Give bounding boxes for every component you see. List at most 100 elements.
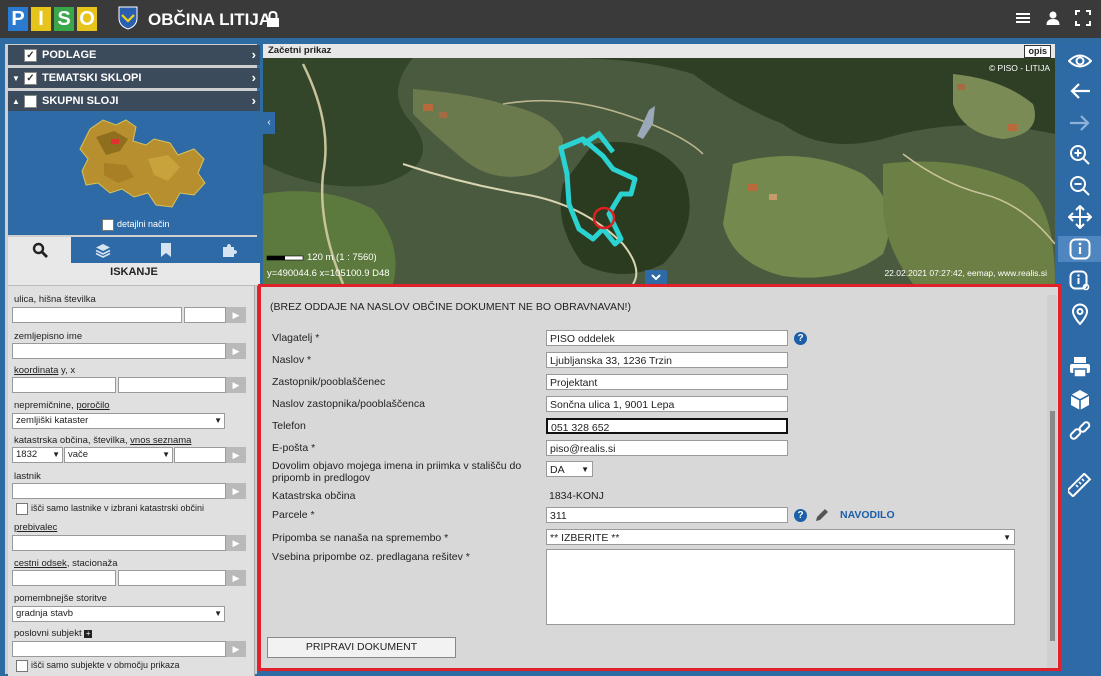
collapse-panel-button[interactable]: ‹ [263, 112, 275, 134]
resident-link[interactable]: prebivalec [14, 522, 57, 533]
house-number-input[interactable] [184, 307, 226, 323]
address-input[interactable]: Ljubljanska 33, 1236 Trzin [546, 352, 788, 368]
report-link[interactable]: poročilo [76, 400, 109, 411]
coord-y-input[interactable] [12, 377, 116, 393]
tab-layers[interactable] [71, 237, 134, 263]
info-query-button[interactable] [1058, 268, 1101, 294]
search-panel: ulica, hišna številka ▶ zemljepisno ime … [8, 286, 255, 676]
road-search-button[interactable]: ▶ [226, 570, 246, 586]
help-icon[interactable]: ? [794, 509, 807, 522]
cadastral-municipality-label: Katastrska občina [272, 490, 356, 502]
chevron-down-icon: ▼ [52, 450, 60, 459]
road-link[interactable]: cestni odsek [14, 558, 67, 569]
tab-search[interactable] [8, 237, 71, 263]
pan-button[interactable] [1058, 204, 1101, 230]
pencil-icon[interactable] [814, 507, 830, 523]
cadastral-name-select[interactable]: vače ▼ [64, 447, 173, 463]
services-select[interactable]: gradnja stavb ▼ [12, 606, 225, 622]
location-button[interactable] [1058, 301, 1101, 327]
chainage-input[interactable] [118, 570, 226, 586]
place-input[interactable] [12, 343, 226, 359]
back-button[interactable] [1058, 78, 1101, 104]
street-input[interactable] [12, 307, 182, 323]
list-entry-link[interactable]: vnos seznama [130, 435, 191, 446]
zoom-out-button[interactable] [1058, 173, 1101, 199]
street-search-button[interactable]: ▶ [226, 307, 246, 323]
services-label: pomembnejše storitve [14, 593, 107, 604]
prepare-document-button[interactable]: PRIPRAVI DOKUMENT [267, 637, 456, 658]
menu-icon[interactable] [1015, 10, 1031, 26]
aerial-photo [263, 44, 1055, 284]
business-input[interactable] [12, 641, 226, 657]
checkbox-skupni-sloji[interactable] [24, 94, 37, 108]
owner-search-button[interactable]: ▶ [226, 483, 246, 499]
opis-button[interactable]: opis [1024, 45, 1051, 58]
user-icon[interactable] [1045, 10, 1061, 26]
3d-button[interactable] [1058, 387, 1101, 413]
puzzle-icon [222, 244, 237, 257]
business-search-button[interactable]: ▶ [226, 641, 246, 657]
coord-label: koordinata y, x [14, 365, 76, 376]
parcel-number-input[interactable] [174, 447, 226, 463]
zoom-out-icon [1069, 176, 1090, 196]
coord-x-input[interactable] [118, 377, 226, 393]
logo-letter: S [54, 7, 74, 31]
scroll-thumb[interactable] [1050, 411, 1055, 641]
email-input[interactable]: piso@realis.si [546, 440, 788, 456]
print-button[interactable] [1058, 354, 1101, 380]
move-icon [1067, 205, 1092, 229]
email-label: E-pošta * [272, 442, 316, 454]
map-view[interactable]: Začetni prikaz opis © PISO - LITIJA 120 m… [263, 44, 1055, 284]
help-icon[interactable]: ? [794, 332, 807, 345]
applicant-input[interactable]: PISO oddelek [546, 330, 788, 346]
road-section-input[interactable] [12, 570, 116, 586]
tab-bookmarks[interactable] [134, 237, 197, 263]
representative-address-input[interactable]: Sončna ulica 1, 9001 Lepa [546, 396, 788, 412]
resident-input[interactable] [12, 535, 226, 551]
coord-link[interactable]: koordinata [14, 365, 58, 376]
layer-group-tematski-sklopi[interactable]: ▼ ✓ TEMATSKI SKLOPI › [8, 68, 260, 88]
cadastral-code-select[interactable]: 1832 ▼ [12, 447, 63, 463]
overview-map[interactable]: detajlni način [8, 111, 258, 235]
tab-tools[interactable] [197, 237, 260, 263]
caret-down-icon[interactable]: ▼ [8, 74, 24, 83]
measure-button[interactable] [1058, 472, 1101, 498]
form-scrollbar[interactable] [1047, 295, 1057, 668]
owner-input[interactable] [12, 483, 226, 499]
map-toggle-button[interactable] [645, 270, 667, 284]
view-button[interactable] [1058, 48, 1101, 74]
address-label: Naslov * [272, 354, 312, 366]
business-filter-checkbox[interactable] [16, 660, 28, 672]
consent-select[interactable]: DA ▼ [546, 461, 593, 477]
layer-group-podlage[interactable]: ✓ PODLAGE › [8, 45, 260, 65]
checkbox-podlage[interactable]: ✓ [24, 48, 37, 62]
parcel-input[interactable]: 311 [546, 507, 788, 523]
content-textarea[interactable] [546, 549, 1015, 625]
cadastral-search-button[interactable]: ▶ [226, 447, 246, 463]
representative-input[interactable]: Projektant [546, 374, 788, 390]
location-pin-icon [1071, 303, 1088, 325]
resident-search-button[interactable]: ▶ [226, 535, 246, 551]
chevron-right-icon: › [251, 47, 256, 62]
realestate-select[interactable]: zemljiški kataster ▼ [12, 413, 225, 429]
change-select[interactable]: ** IZBERITE ** ▼ [546, 529, 1015, 545]
owner-filter-checkbox[interactable] [16, 503, 28, 515]
phone-input[interactable]: 051 328 652 [546, 418, 788, 434]
expand-icon[interactable]: + [84, 630, 93, 638]
detail-mode-checkbox[interactable] [102, 219, 114, 231]
business-filter-label: išči samo subjekte v območju prikaza [31, 660, 180, 670]
info-button[interactable] [1058, 236, 1101, 262]
caret-up-icon[interactable]: ▲ [8, 97, 24, 106]
forward-button[interactable] [1058, 110, 1101, 136]
phone-label: Telefon [272, 420, 306, 432]
layer-group-skupni-sloji[interactable]: ▲ SKUPNI SLOJI › [8, 91, 260, 111]
map-header: Začetni prikaz opis [263, 44, 1055, 58]
fullscreen-icon[interactable] [1075, 10, 1091, 26]
instructions-link[interactable]: NAVODILO [840, 509, 895, 521]
eye-icon [1067, 54, 1092, 68]
place-search-button[interactable]: ▶ [226, 343, 246, 359]
zoom-in-button[interactable] [1058, 142, 1101, 168]
coord-search-button[interactable]: ▶ [226, 377, 246, 393]
link-button[interactable] [1058, 418, 1101, 444]
checkbox-tematski-sklopi[interactable]: ✓ [24, 71, 37, 85]
